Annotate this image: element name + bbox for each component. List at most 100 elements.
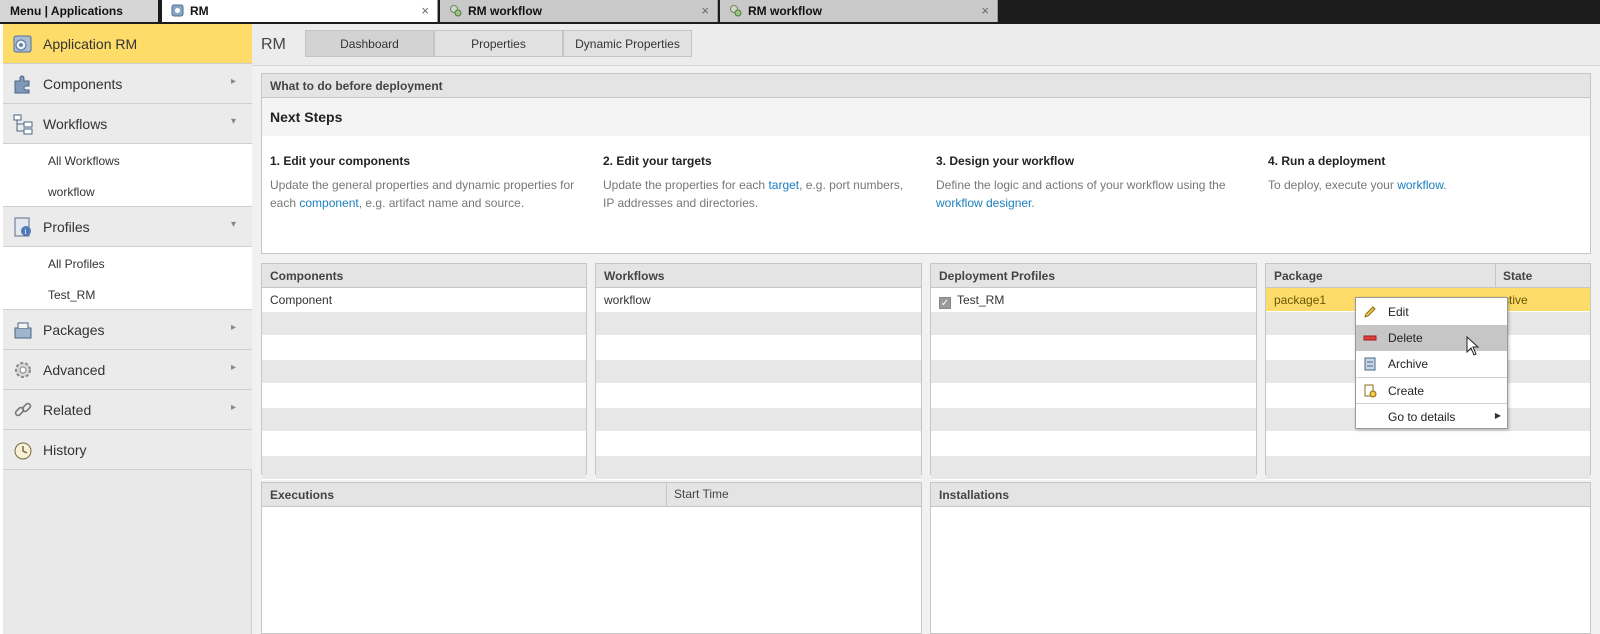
- empty-row: [596, 360, 921, 384]
- step-description: To deploy, execute your workflow.: [1268, 176, 1578, 194]
- sidebar-item-related[interactable]: Related ▸: [3, 390, 252, 430]
- step-text: Define the logic and actions of your wor…: [936, 178, 1226, 192]
- sidebar-item-label: Advanced: [43, 362, 106, 378]
- tab-label: RM workflow: [468, 4, 542, 18]
- column-separator: [666, 483, 667, 507]
- step-3: 3. Design your workflow Define the logic…: [936, 154, 1246, 212]
- checkbox[interactable]: ✓: [939, 297, 951, 309]
- menu-item-edit[interactable]: Edit: [1356, 299, 1507, 325]
- profiles-list: ✓ Test_RM: [931, 288, 1256, 480]
- sidebar-item-history[interactable]: History: [3, 430, 252, 470]
- installations-panel: Installations: [930, 482, 1591, 634]
- close-icon[interactable]: ×: [701, 3, 709, 18]
- step-title: 1. Edit your components: [270, 154, 411, 168]
- chevron-down-icon: ▾: [230, 116, 236, 127]
- menu-item-go-to-details[interactable]: Go to details ▶: [1356, 404, 1507, 430]
- start-time-column-header[interactable]: Start Time: [674, 487, 729, 501]
- executions-column-header[interactable]: Executions: [270, 488, 334, 502]
- panel-header: Installations: [931, 483, 1590, 507]
- state-column-header[interactable]: State: [1503, 269, 1532, 283]
- package-icon: [14, 322, 32, 339]
- empty-row: [596, 336, 921, 360]
- step-text: .: [1443, 178, 1447, 192]
- sidebar-item-profiles[interactable]: i Profiles ▾: [3, 207, 252, 247]
- clock-icon: [14, 442, 32, 460]
- empty-row: [596, 432, 921, 456]
- empty-row: [931, 432, 1256, 456]
- workflow-gear-icon: [730, 5, 742, 17]
- close-icon[interactable]: ×: [421, 3, 429, 18]
- empty-row: [931, 312, 1256, 336]
- archive-icon: [1364, 357, 1376, 371]
- sidebar-item-label: Workflows: [43, 116, 108, 132]
- empty-row: [931, 408, 1256, 432]
- tab-dashboard[interactable]: Dashboard: [305, 30, 434, 57]
- profiles-submenu: All Profiles Test_RM: [3, 247, 252, 310]
- menu-item-delete[interactable]: Delete: [1356, 325, 1507, 351]
- panel-header: Executions Start Time: [262, 483, 921, 507]
- menu-item-label: Delete: [1388, 331, 1423, 345]
- workflow-icon: [13, 114, 33, 135]
- list-item[interactable]: Component: [262, 288, 586, 312]
- tab-label: RM: [190, 4, 209, 18]
- sidebar-subitem-workflow[interactable]: workflow: [3, 175, 252, 206]
- sidebar-item-components[interactable]: Components ▸: [3, 64, 252, 104]
- sidebar-subitem-all-workflows[interactable]: All Workflows: [3, 144, 252, 175]
- empty-row: [931, 384, 1256, 408]
- workflow-designer-link[interactable]: workflow designer: [936, 196, 1031, 210]
- tab-rm[interactable]: RM ×: [162, 0, 438, 22]
- panel-header: Deployment Profiles: [931, 264, 1256, 288]
- empty-row: [596, 384, 921, 408]
- step-description: Update the properties for each target, e…: [603, 176, 913, 212]
- sidebar-item-application[interactable]: Application RM: [3, 24, 252, 64]
- empty-row: [262, 456, 586, 480]
- link-icon: [14, 402, 32, 417]
- step-text: To deploy, execute your: [1268, 178, 1398, 192]
- context-menu: Edit Delete Archive Create Go to details…: [1355, 297, 1508, 429]
- step-title: 3. Design your workflow: [936, 154, 1075, 168]
- workflow-link[interactable]: workflow: [1397, 178, 1443, 192]
- component-link[interactable]: component: [299, 196, 358, 210]
- close-icon[interactable]: ×: [981, 3, 989, 18]
- sidebar-subitem-test-rm[interactable]: Test_RM: [3, 278, 252, 309]
- panel-header: Components: [262, 264, 586, 288]
- create-icon: [1364, 384, 1377, 398]
- empty-row: [931, 456, 1256, 480]
- step-description: Define the logic and actions of your wor…: [936, 176, 1246, 212]
- top-tab-bar: Menu | Applications RM × RM workflow × R…: [0, 0, 1600, 24]
- sidebar-item-label: Profiles: [43, 219, 90, 235]
- menu-item-archive[interactable]: Archive: [1356, 351, 1507, 377]
- sidebar: Application RM Components ▸ Workflows ▾ …: [0, 24, 252, 634]
- panel-header: Workflows: [596, 264, 921, 288]
- components-list: Component: [262, 288, 586, 480]
- menu-applications-button[interactable]: Menu | Applications: [0, 0, 160, 22]
- target-link[interactable]: target: [768, 178, 799, 192]
- app-header: RM Dashboard Properties Dynamic Properti…: [252, 24, 1600, 66]
- step-description: Update the general properties and dynami…: [270, 176, 580, 212]
- deployment-profiles-panel: Deployment Profiles ✓ Test_RM: [930, 263, 1257, 480]
- sidebar-item-label: Related: [43, 402, 92, 418]
- step-text: .: [1031, 196, 1035, 210]
- menu-item-label: Create: [1388, 384, 1425, 398]
- package-column-header[interactable]: Package: [1274, 269, 1323, 283]
- sidebar-item-label: Components: [43, 76, 123, 92]
- menu-item-create[interactable]: Create: [1356, 378, 1507, 404]
- sidebar-item-packages[interactable]: Packages ▸: [3, 310, 252, 350]
- menu-item-label: Edit: [1388, 305, 1409, 319]
- menu-item-label: Go to details: [1388, 410, 1456, 424]
- submenu-arrow-icon: ▶: [1494, 411, 1501, 420]
- empty-row: [262, 432, 586, 456]
- tab-rm-workflow[interactable]: RM workflow ×: [440, 0, 718, 22]
- sidebar-item-label: Packages: [43, 322, 105, 338]
- list-item[interactable]: workflow: [596, 288, 921, 312]
- tab-properties[interactable]: Properties: [434, 30, 563, 57]
- sidebar-item-workflows[interactable]: Workflows ▾: [3, 104, 252, 144]
- list-item[interactable]: ✓ Test_RM: [931, 288, 1256, 312]
- next-steps-heading: Next Steps: [262, 98, 1590, 136]
- application-icon: [171, 4, 184, 17]
- chevron-right-icon: ▸: [230, 76, 236, 87]
- tab-dynamic-properties[interactable]: Dynamic Properties: [563, 30, 692, 57]
- sidebar-item-advanced[interactable]: Advanced ▸: [3, 350, 252, 390]
- sidebar-subitem-all-profiles[interactable]: All Profiles: [3, 247, 252, 278]
- tab-rm-workflow-2[interactable]: RM workflow ×: [720, 0, 998, 22]
